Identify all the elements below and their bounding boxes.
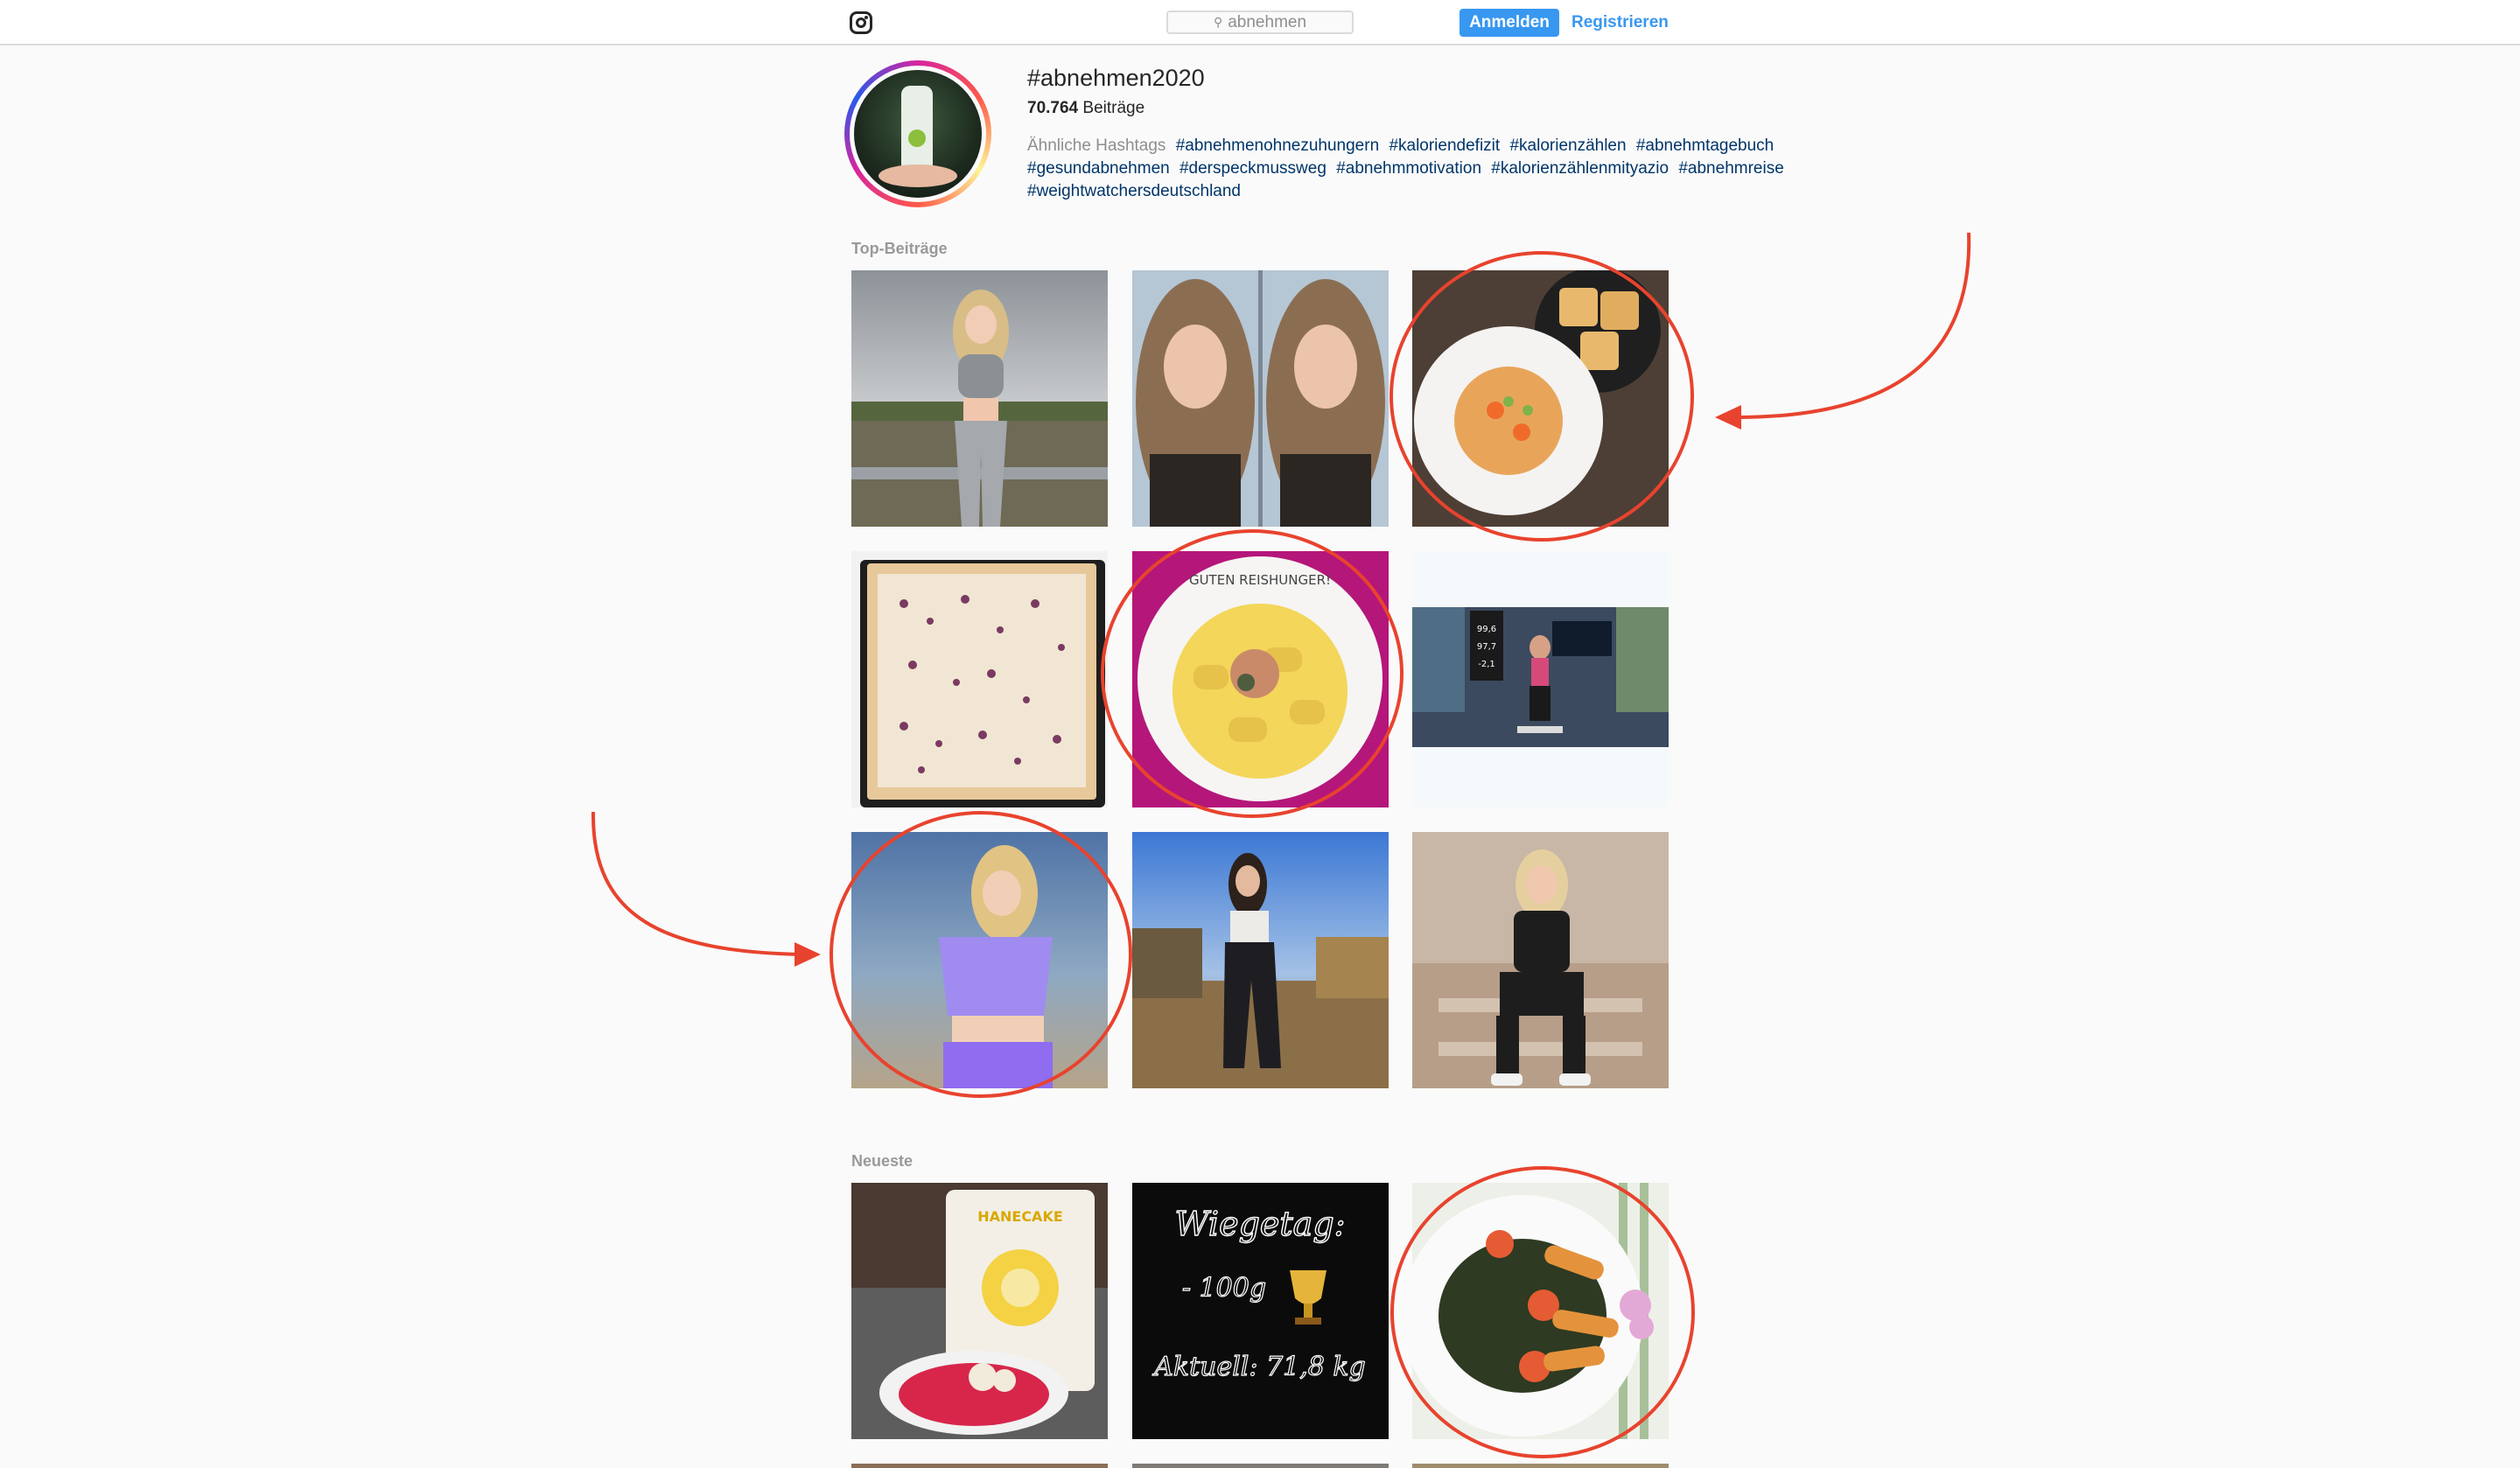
scale-value: 99,6 <box>1477 625 1496 634</box>
post-thumbnail[interactable]: Wiegetag: - 100g Aktuell: 71,8 kg <box>1132 1183 1389 1439</box>
page-title: #abnehmen2020 <box>1027 65 1205 91</box>
related-hashtags-label: Ähnliche Hashtags <box>1027 136 1166 155</box>
related-hashtag-link[interactable]: #abnehmreise <box>1678 159 1783 178</box>
annotation-arrowhead <box>1715 405 1741 430</box>
post-count-value: 70.764 <box>1027 99 1079 117</box>
post-thumbnail[interactable] <box>1132 832 1389 1088</box>
scale-value: -2,1 <box>1478 660 1495 669</box>
post-thumbnail[interactable]: GUTEN REISHUNGER! <box>1132 551 1389 807</box>
post-thumbnail[interactable]: HANECAKE <box>851 1183 1108 1439</box>
related-hashtag-link[interactable]: #kaloriendefizit <box>1389 136 1500 155</box>
login-button[interactable]: Anmelden <box>1460 9 1559 37</box>
hashtag-avatar <box>844 60 991 207</box>
related-hashtags: Ähnliche Hashtags #abnehmenohnezuhungern… <box>1027 135 1797 203</box>
post-thumbnail[interactable] <box>1412 1464 1669 1468</box>
post-thumbnail[interactable] <box>1412 832 1669 1088</box>
register-link[interactable]: Registrieren <box>1572 9 1669 37</box>
top-navigation-bar: ⚲ abnehmen Anmelden Registrieren <box>0 0 2520 45</box>
related-hashtag-link[interactable]: #weightwatchersdeutschland <box>1027 182 1241 200</box>
avatar-image <box>850 66 986 202</box>
related-hashtag-link[interactable]: #abnehmmotivation <box>1336 159 1481 178</box>
post-count-label: Beiträge <box>1082 99 1145 117</box>
wiegetag-current: Aktuell: 71,8 kg <box>1152 1352 1366 1382</box>
recent-posts-heading: Neueste <box>851 1152 914 1170</box>
wiegetag-title: Wiegetag: <box>1175 1205 1346 1243</box>
related-hashtag-link[interactable]: #abnehmtagebuch <box>1636 136 1774 155</box>
post-thumbnail[interactable] <box>1132 1464 1389 1468</box>
post-thumbnail[interactable] <box>851 270 1108 527</box>
search-icon: ⚲ <box>1213 15 1223 29</box>
plate-text: GUTEN REISHUNGER! <box>1189 572 1331 588</box>
top-posts-heading: Top-Beiträge <box>851 240 948 257</box>
post-thumbnail[interactable] <box>1132 270 1389 527</box>
related-hashtag-link[interactable]: #gesundabnehmen <box>1027 159 1170 178</box>
related-hashtag-link[interactable]: #kalorienzählenmityazio <box>1491 159 1669 178</box>
search-input[interactable]: ⚲ abnehmen <box>1166 10 1354 34</box>
post-count: 70.764 Beiträge <box>1027 99 1144 118</box>
scale-value: 97,7 <box>1477 642 1496 652</box>
post-thumbnail[interactable]: 99,6 97,7 -2,1 <box>1412 551 1669 807</box>
related-hashtag-link[interactable]: #kalorienzählen <box>1509 136 1626 155</box>
post-thumbnail[interactable] <box>1412 270 1669 527</box>
post-thumbnail[interactable] <box>851 551 1108 807</box>
product-text: HANECAKE <box>977 1208 1063 1225</box>
related-hashtag-link[interactable]: #derspeckmussweg <box>1180 159 1326 178</box>
post-thumbnail[interactable] <box>851 1464 1108 1468</box>
annotation-arrow <box>1732 232 1971 420</box>
wiegetag-change: - 100g <box>1182 1273 1266 1304</box>
related-hashtag-link[interactable]: #abnehmenohnezuhungern <box>1176 136 1379 155</box>
search-value: abnehmen <box>1228 12 1307 31</box>
annotation-arrow <box>591 811 804 956</box>
instagram-icon[interactable] <box>850 11 872 34</box>
post-thumbnail[interactable] <box>851 832 1108 1088</box>
annotation-arrowhead <box>794 942 821 967</box>
post-thumbnail[interactable] <box>1412 1183 1669 1439</box>
